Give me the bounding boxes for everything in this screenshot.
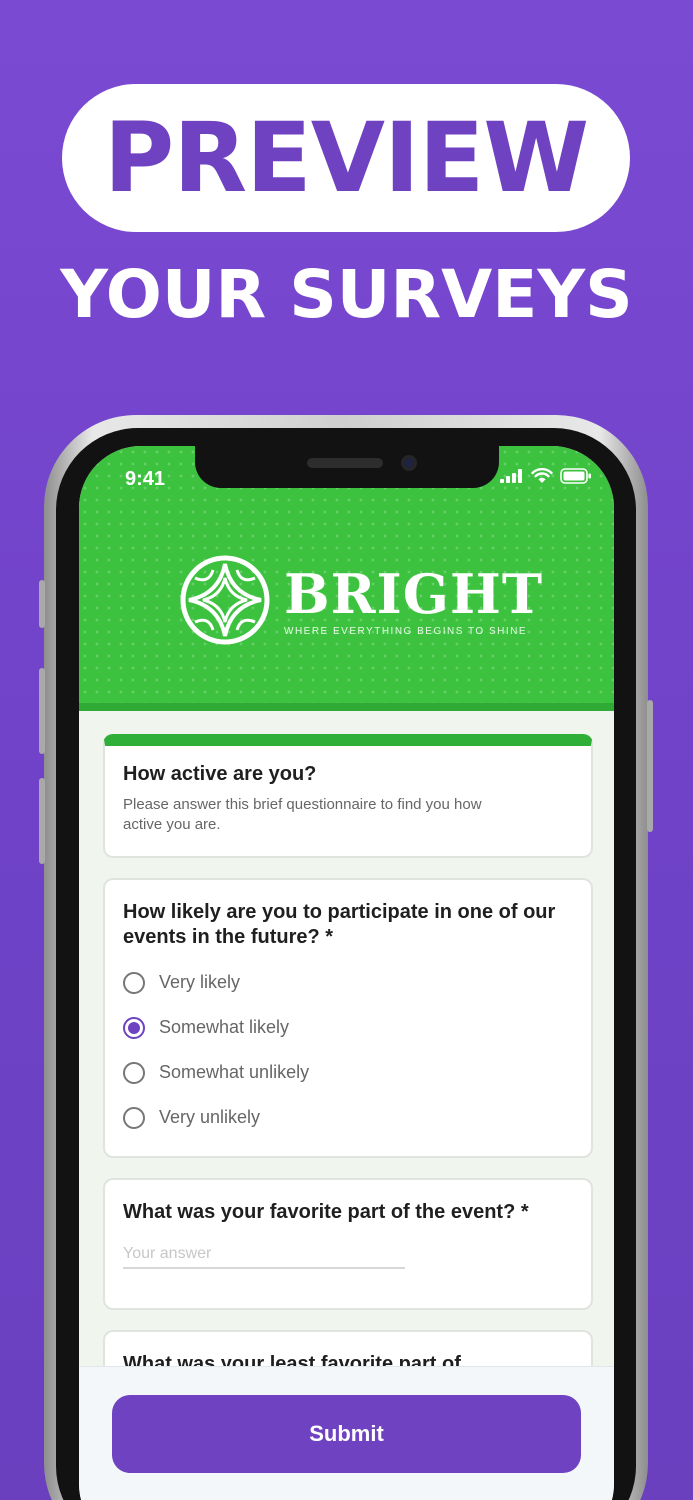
subheadline-text: YOUR SURVEYS [60, 256, 633, 333]
radio-button[interactable] [123, 1106, 145, 1129]
question-title: How likely are you to participate in one… [123, 901, 556, 948]
radio-button[interactable] [123, 1061, 145, 1084]
brand-logo-icon [180, 555, 270, 645]
radio-button[interactable] [123, 971, 145, 994]
phone-volume-up [39, 668, 45, 754]
phone-volume-down [39, 778, 45, 864]
radio-button-selected[interactable] [123, 1016, 145, 1039]
headline-pill: PREVIEW [62, 84, 630, 232]
radio-option-very-unlikely[interactable]: Very unlikely [123, 1095, 573, 1140]
radio-option-label: Very likely [159, 972, 241, 992]
question-card-likelihood: How likely are you to participate in one… [103, 878, 593, 1158]
radio-group: Very likely Somewhat likely Somewhat unl… [123, 960, 573, 1140]
status-icons [500, 468, 592, 484]
survey-intro-card: How active are you? Please answer this b… [103, 734, 593, 858]
answer-input[interactable]: Your answer [123, 1245, 405, 1269]
speaker-grille [307, 458, 383, 468]
phone-mute-switch [39, 580, 45, 628]
question-card-favorite: What was your favorite part of the event… [103, 1178, 593, 1310]
radio-option-somewhat-likely[interactable]: Somewhat likely [123, 1005, 573, 1050]
radio-option-label: Very unlikely [159, 1107, 261, 1127]
wifi-icon [531, 468, 553, 483]
radio-option-label: Somewhat unlikely [159, 1062, 310, 1082]
signal-icon [500, 469, 522, 483]
headline-text: PREVIEW [103, 102, 589, 214]
brand-header: 9:41 BRIGHT WHERE EVERYTHING BEGINS TO S… [79, 446, 614, 711]
radio-option-label: Somewhat likely [159, 1017, 290, 1037]
front-camera [401, 455, 417, 471]
radio-option-somewhat-unlikely[interactable]: Somewhat unlikely [123, 1050, 573, 1095]
survey-description: Please answer this brief questionnaire t… [123, 796, 482, 833]
phone-screen: 9:41 BRIGHT WHERE EVERYTHING BEGINS TO S… [79, 446, 614, 1500]
brand-name: BRIGHT [284, 562, 544, 626]
brand-tagline: WHERE EVERYTHING BEGINS TO SHINE [284, 626, 528, 637]
phone-notch [195, 446, 499, 488]
submit-button[interactable]: Submit [112, 1395, 581, 1473]
question-title: What was your favorite part of the event… [123, 1201, 529, 1223]
radio-option-very-likely[interactable]: Very likely [123, 960, 573, 1005]
bottom-action-bar: Submit [79, 1366, 614, 1500]
battery-icon [560, 468, 591, 484]
survey-title: How active are you? [123, 763, 317, 785]
status-time: 9:41 [125, 468, 166, 490]
phone-power-button [647, 700, 653, 832]
